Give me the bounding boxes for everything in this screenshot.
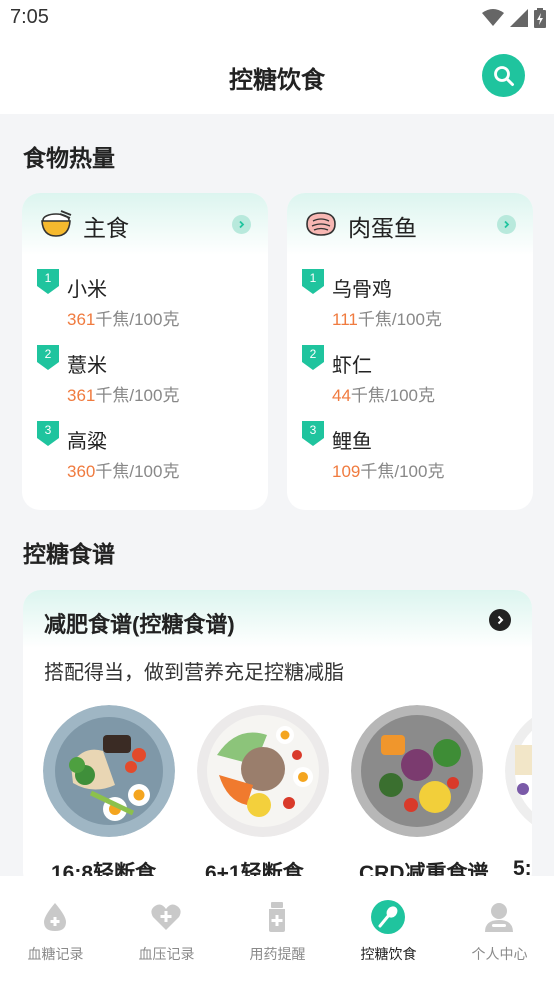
calorie-card-meat[interactable]: 肉蛋鱼 1 乌骨鸡 111千焦/100克 2 虾仁 44千焦/100克 3 鲤鱼… bbox=[287, 193, 533, 510]
status-icons bbox=[482, 8, 546, 28]
food-name: 乌骨鸡 bbox=[332, 277, 392, 301]
dish-item[interactable]: 16:8轻断食 bbox=[43, 705, 175, 885]
rank-badge: 3 bbox=[37, 421, 59, 446]
dish-image bbox=[351, 705, 483, 837]
wifi-icon bbox=[482, 9, 504, 26]
tab-label: 控糖饮食 bbox=[360, 947, 417, 963]
search-icon bbox=[493, 65, 514, 86]
search-button[interactable] bbox=[482, 54, 525, 97]
signal-icon bbox=[510, 9, 528, 27]
spoon-fork-icon bbox=[371, 900, 405, 934]
tab-medication[interactable]: 用药提醒 bbox=[222, 876, 333, 984]
card-title: 肉蛋鱼 bbox=[348, 216, 417, 242]
battery-icon bbox=[534, 8, 546, 28]
medicine-bottle-icon bbox=[269, 902, 285, 932]
recipe-more-button[interactable] bbox=[489, 609, 511, 631]
card-header: 肉蛋鱼 bbox=[287, 193, 533, 255]
rank-badge: 1 bbox=[37, 269, 59, 294]
food-item[interactable]: 3 鲤鱼 109千焦/100克 bbox=[302, 417, 522, 483]
tab-blood-pressure[interactable]: 血压记录 bbox=[111, 876, 222, 984]
card-more-button[interactable] bbox=[497, 215, 516, 234]
food-kcal: 361千焦/100克 bbox=[67, 386, 180, 405]
person-icon bbox=[485, 903, 513, 932]
page-title: 控糖饮食 bbox=[229, 66, 325, 94]
food-kcal: 360千焦/100克 bbox=[67, 462, 180, 481]
section-title-calories: 食物热量 bbox=[23, 146, 115, 172]
tab-blood-sugar[interactable]: 血糖记录 bbox=[0, 876, 111, 984]
heart-plus-icon bbox=[151, 904, 181, 930]
food-name: 鲤鱼 bbox=[332, 429, 372, 453]
chevron-right-icon bbox=[504, 220, 510, 229]
food-kcal: 111千焦/100克 bbox=[332, 310, 442, 329]
bottom-tab-bar: 血糖记录 血压记录 用药提醒 控糖饮食 个人中心 bbox=[0, 876, 554, 984]
recipe-card-title: 减肥食谱(控糖食谱) bbox=[44, 612, 235, 637]
rank-badge: 1 bbox=[302, 269, 324, 294]
food-item[interactable]: 2 虾仁 44千焦/100克 bbox=[302, 341, 522, 407]
rank-badge: 2 bbox=[37, 345, 59, 370]
food-item[interactable]: 3 高粱 360千焦/100克 bbox=[37, 417, 257, 483]
app-header: 控糖饮食 bbox=[0, 38, 554, 114]
chevron-right-icon bbox=[239, 220, 245, 229]
tab-label: 个人中心 bbox=[471, 947, 528, 963]
dish-image bbox=[505, 705, 532, 837]
tab-label: 血糖记录 bbox=[27, 947, 84, 963]
tab-label: 血压记录 bbox=[138, 947, 195, 963]
dish-item[interactable]: CRD减重食谱 bbox=[351, 705, 489, 885]
status-time: 7:05 bbox=[10, 6, 49, 28]
tab-profile[interactable]: 个人中心 bbox=[444, 876, 554, 984]
meat-icon bbox=[306, 212, 336, 236]
food-name: 小米 bbox=[67, 277, 107, 301]
dish-image bbox=[43, 705, 175, 837]
food-name: 薏米 bbox=[67, 353, 107, 377]
food-kcal: 361千焦/100克 bbox=[67, 310, 180, 329]
section-title-recipes: 控糖食谱 bbox=[23, 542, 115, 568]
tab-label: 用药提醒 bbox=[249, 947, 306, 963]
recipe-card[interactable]: 减肥食谱(控糖食谱) 搭配得当，做到营养充足控糖减脂 16:8轻断食 6+1轻断… bbox=[23, 590, 532, 890]
food-kcal: 109千焦/100克 bbox=[332, 462, 445, 481]
blood-drop-plus-icon bbox=[44, 903, 66, 931]
food-kcal: 44千焦/100克 bbox=[332, 386, 436, 405]
food-item[interactable]: 1 小米 361千焦/100克 bbox=[37, 265, 257, 331]
recipe-card-subtitle: 搭配得当，做到营养充足控糖减脂 bbox=[44, 660, 344, 684]
dish-item[interactable]: 6+1轻断食 bbox=[197, 705, 329, 885]
tab-diet[interactable]: 控糖饮食 bbox=[333, 876, 444, 984]
chevron-right-icon bbox=[497, 615, 504, 625]
food-name: 虾仁 bbox=[332, 353, 372, 377]
dish-item[interactable]: 5: bbox=[505, 705, 532, 880]
card-more-button[interactable] bbox=[232, 215, 251, 234]
food-item[interactable]: 1 乌骨鸡 111千焦/100克 bbox=[302, 265, 522, 331]
card-header: 主食 bbox=[22, 193, 268, 255]
dish-image bbox=[197, 705, 329, 837]
card-title: 主食 bbox=[83, 216, 129, 242]
food-name: 高粱 bbox=[67, 429, 107, 453]
calorie-card-staple[interactable]: 主食 1 小米 361千焦/100克 2 薏米 361千焦/100克 3 高粱 … bbox=[22, 193, 268, 510]
status-bar: 7:05 bbox=[0, 0, 554, 38]
rank-badge: 3 bbox=[302, 421, 324, 446]
recipe-card-header: 减肥食谱(控糖食谱) bbox=[23, 590, 532, 648]
rice-bowl-icon bbox=[41, 210, 72, 237]
rank-badge: 2 bbox=[302, 345, 324, 370]
food-item[interactable]: 2 薏米 361千焦/100克 bbox=[37, 341, 257, 407]
